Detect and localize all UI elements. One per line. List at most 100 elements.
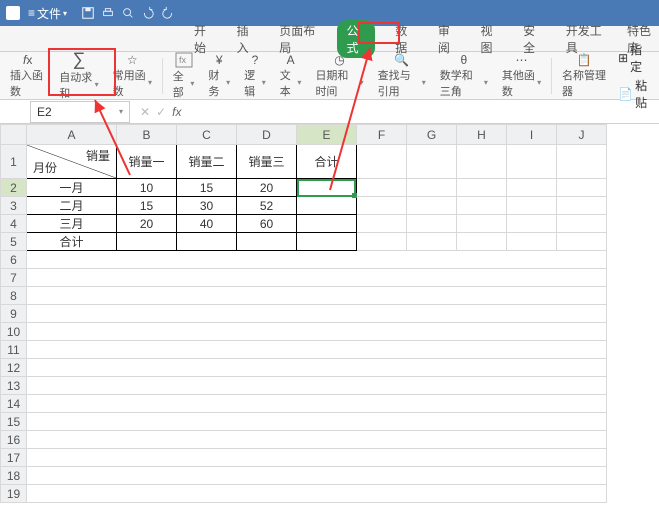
cell[interactable] [557, 145, 607, 179]
row-header[interactable]: 19 [1, 485, 27, 503]
row-header[interactable]: 16 [1, 431, 27, 449]
cell[interactable] [357, 197, 407, 215]
row-header[interactable]: 2 [1, 179, 27, 197]
col-header[interactable]: A [27, 125, 117, 145]
cell[interactable]: 三月 [27, 215, 117, 233]
cell[interactable] [27, 431, 607, 449]
row-header[interactable]: 7 [1, 269, 27, 287]
cell[interactable] [27, 251, 607, 269]
cell[interactable]: 15 [117, 197, 177, 215]
file-menu[interactable]: ≡ 文件 ▾ [28, 5, 67, 22]
select-all-corner[interactable] [1, 125, 27, 145]
cell[interactable]: 40 [177, 215, 237, 233]
cell[interactable]: 销量三 [237, 145, 297, 179]
cell[interactable] [27, 467, 607, 485]
cell[interactable] [457, 179, 507, 197]
row-header[interactable]: 8 [1, 287, 27, 305]
cell[interactable] [457, 197, 507, 215]
cell[interactable] [507, 179, 557, 197]
cell[interactable]: 52 [237, 197, 297, 215]
name-manager-button[interactable]: 📋 名称管理器 [556, 53, 612, 99]
row-header[interactable]: 14 [1, 395, 27, 413]
print-icon[interactable] [101, 6, 115, 20]
cell[interactable] [27, 323, 607, 341]
cell[interactable]: 合计 [27, 233, 117, 251]
all-fn-button[interactable]: fx 全部▾ [167, 53, 201, 99]
datetime-fn-button[interactable]: ◷ 日期和时间▾ [309, 53, 369, 99]
cell[interactable] [357, 179, 407, 197]
preview-icon[interactable] [121, 6, 135, 20]
other-fn-button[interactable]: ⋯ 其他函数▾ [496, 53, 547, 99]
cell[interactable] [177, 233, 237, 251]
cell[interactable] [357, 215, 407, 233]
col-header[interactable]: F [357, 125, 407, 145]
spreadsheet-grid[interactable]: A B C D E F G H I J 1 销量 月份 销量一 销量二 销量三 … [0, 124, 607, 503]
col-header[interactable]: B [117, 125, 177, 145]
text-fn-button[interactable]: A 文本▾ [274, 53, 308, 99]
cell[interactable] [407, 179, 457, 197]
cell[interactable] [407, 233, 457, 251]
common-fn-button[interactable]: ☆ 常用函数▾ [107, 53, 158, 99]
cell[interactable]: 销量一 [117, 145, 177, 179]
save-icon[interactable] [81, 6, 95, 20]
cell[interactable] [507, 197, 557, 215]
autosum-button[interactable]: ∑ 自动求和▾ [53, 53, 104, 99]
cancel-icon[interactable]: ✕ [140, 105, 150, 119]
cell[interactable] [27, 269, 607, 287]
cell[interactable] [507, 233, 557, 251]
cell[interactable]: 20 [237, 179, 297, 197]
confirm-icon[interactable]: ✓ [156, 105, 166, 119]
cell[interactable] [27, 395, 607, 413]
cell[interactable] [297, 197, 357, 215]
cell[interactable]: 销量二 [177, 145, 237, 179]
col-header[interactable]: C [177, 125, 237, 145]
cell[interactable] [27, 359, 607, 377]
cell[interactable] [557, 179, 607, 197]
cell[interactable] [507, 215, 557, 233]
logic-fn-button[interactable]: ? 逻辑▾ [238, 53, 272, 99]
row-header[interactable]: 3 [1, 197, 27, 215]
cell[interactable] [357, 145, 407, 179]
row-header[interactable]: 15 [1, 413, 27, 431]
paste-name-button[interactable]: 📄粘贴 [618, 77, 651, 111]
define-name-button[interactable]: ⊞指定 [618, 41, 651, 75]
cell[interactable] [507, 145, 557, 179]
cell[interactable] [407, 215, 457, 233]
cell[interactable] [27, 377, 607, 395]
cell[interactable]: 合计 [297, 145, 357, 179]
name-box[interactable]: E2 ▾ [30, 101, 130, 123]
cell[interactable] [457, 233, 507, 251]
col-header[interactable]: D [237, 125, 297, 145]
cell[interactable] [27, 305, 607, 323]
col-header[interactable]: I [507, 125, 557, 145]
finance-fn-button[interactable]: ¥ 财务▾ [202, 53, 236, 99]
fx-icon[interactable]: fx [172, 105, 181, 119]
col-header[interactable]: G [407, 125, 457, 145]
row-header[interactable]: 1 [1, 145, 27, 179]
cell[interactable] [457, 145, 507, 179]
cell[interactable] [27, 287, 607, 305]
row-header[interactable]: 17 [1, 449, 27, 467]
cell[interactable] [457, 215, 507, 233]
row-header[interactable]: 6 [1, 251, 27, 269]
col-header[interactable]: E [297, 125, 357, 145]
cell[interactable] [407, 145, 457, 179]
cell[interactable] [27, 413, 607, 431]
cell[interactable]: 10 [117, 179, 177, 197]
row-header[interactable]: 4 [1, 215, 27, 233]
cell[interactable]: 60 [237, 215, 297, 233]
row-header[interactable]: 18 [1, 467, 27, 485]
insert-function-button[interactable]: fx 插入函数 [4, 53, 51, 99]
cell[interactable] [27, 485, 607, 503]
row-header[interactable]: 9 [1, 305, 27, 323]
cell[interactable] [27, 341, 607, 359]
cell-diag-header[interactable]: 销量 月份 [27, 145, 117, 179]
cell[interactable] [27, 449, 607, 467]
cell-active[interactable] [297, 179, 357, 197]
cell[interactable] [557, 233, 607, 251]
col-header[interactable]: H [457, 125, 507, 145]
cell[interactable]: 一月 [27, 179, 117, 197]
redo-icon[interactable] [161, 6, 175, 20]
cell[interactable] [407, 197, 457, 215]
cell[interactable]: 20 [117, 215, 177, 233]
